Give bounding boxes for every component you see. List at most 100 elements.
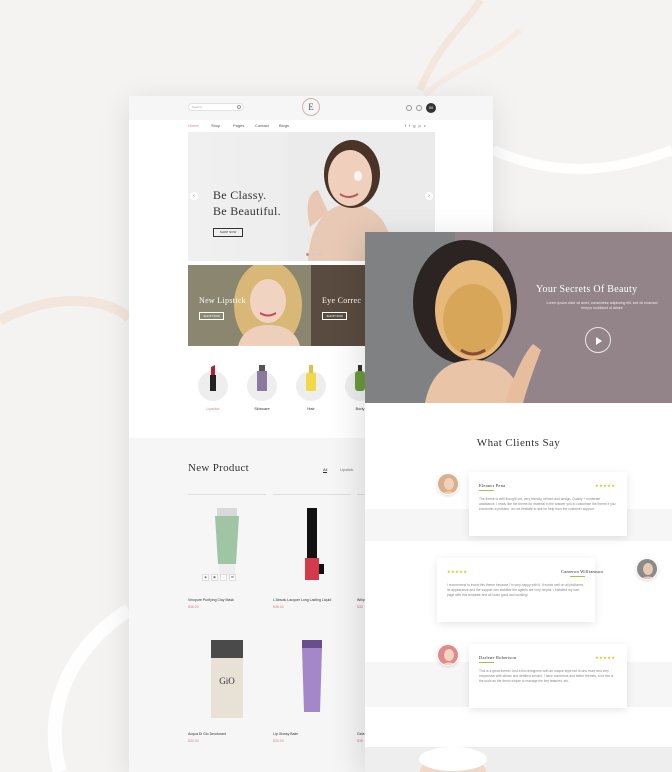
about-page-mockup: Your Secrets Of Beauty Lorem ipsum dolor… bbox=[365, 232, 672, 772]
category-label: Skincare bbox=[254, 406, 270, 411]
testimonial-text: The theme is well thought out, very frie… bbox=[479, 497, 616, 511]
testimonials-title: What Clients Say bbox=[476, 437, 561, 449]
hero-title-line-1: Be Classy. bbox=[213, 188, 267, 202]
testimonial-text: This is a great theme! Just a few design… bbox=[479, 669, 614, 683]
category-hair[interactable]: Hair bbox=[294, 361, 328, 416]
name-underline bbox=[570, 576, 585, 577]
svg-text:GiO: GiO bbox=[219, 676, 235, 686]
twitter-icon[interactable]: t bbox=[409, 123, 410, 128]
product-price: $38.00 bbox=[188, 605, 199, 609]
wishlist-icon[interactable]: ♡ bbox=[220, 574, 227, 581]
skincare-bottle-icon bbox=[257, 365, 267, 391]
slider-next-icon[interactable]: › bbox=[425, 192, 433, 200]
client-name: Cameron Williamson bbox=[561, 569, 603, 574]
compare-icon[interactable]: ⇄ bbox=[229, 574, 236, 581]
lipstick-icon bbox=[210, 365, 216, 391]
product-price: $38 bbox=[357, 739, 363, 743]
quick-view-icon[interactable]: ◉ bbox=[202, 574, 209, 581]
category-lipstick[interactable]: Lipstick bbox=[196, 361, 230, 416]
top-bar: Search... E 00 bbox=[129, 96, 493, 120]
name-underline bbox=[479, 662, 494, 663]
card-divider bbox=[188, 494, 266, 495]
category-skincare[interactable]: Skincare bbox=[245, 361, 279, 416]
product-name[interactable]: L'Absolu Lacquer Long Lasting Liquid bbox=[273, 598, 331, 602]
nav-home[interactable]: Home bbox=[188, 123, 199, 128]
video-title: Your Secrets Of Beauty bbox=[536, 284, 638, 295]
pinterest-icon[interactable]: p bbox=[418, 123, 420, 128]
promo-title: Eye Correc bbox=[322, 296, 362, 305]
promo-shop-now-button[interactable]: SHOP NOW bbox=[322, 312, 347, 320]
logo[interactable]: E bbox=[302, 98, 320, 116]
nav-pages[interactable]: Pages bbox=[233, 123, 244, 128]
product-price: $38 bbox=[357, 605, 363, 609]
vimeo-icon[interactable]: v bbox=[424, 123, 426, 128]
product-image-deodorant: GiO bbox=[211, 640, 243, 718]
product-price: $30.00 bbox=[188, 739, 199, 743]
slider-dot[interactable] bbox=[306, 253, 309, 256]
avatar bbox=[437, 644, 459, 666]
slider-prev-icon[interactable]: ‹ bbox=[190, 192, 198, 200]
next-section-image bbox=[365, 747, 672, 772]
slider-dots bbox=[306, 253, 321, 256]
product-image-lip-balm bbox=[302, 640, 322, 712]
social-links: f t g p v bbox=[405, 123, 426, 128]
heart-icon[interactable] bbox=[416, 105, 422, 111]
avatar bbox=[636, 558, 658, 580]
body-lotion-bottle-icon bbox=[355, 365, 365, 391]
slider-dot[interactable] bbox=[318, 253, 321, 256]
video-subtitle: Lorem ipsum dolor sit amet, consectetur … bbox=[546, 301, 658, 310]
video-model-image bbox=[365, 232, 672, 403]
google-icon[interactable]: g bbox=[413, 123, 415, 128]
card-divider bbox=[273, 494, 351, 495]
facebook-icon[interactable]: f bbox=[405, 123, 406, 128]
slider-dot[interactable] bbox=[312, 253, 315, 256]
client-name: Darlene Robertson bbox=[479, 655, 517, 660]
hero-title: Be Classy. Be Beautiful. bbox=[213, 187, 281, 219]
user-icon[interactable] bbox=[406, 105, 412, 111]
name-underline bbox=[479, 490, 494, 491]
product-price: $38.00 bbox=[273, 605, 284, 609]
search-placeholder: Search... bbox=[192, 105, 205, 109]
hero-shop-now-button[interactable]: SHOP NOW bbox=[213, 228, 243, 237]
add-to-cart-icon[interactable]: ▣ bbox=[211, 574, 218, 581]
hair-oil-bottle-icon bbox=[306, 365, 316, 391]
avatar bbox=[437, 473, 459, 495]
promo-title: New Lipstick bbox=[199, 296, 246, 305]
product-name[interactable]: Gela bbox=[357, 732, 364, 736]
product-card[interactable]: GiO bbox=[188, 634, 266, 729]
tab-all[interactable]: All bbox=[323, 467, 328, 473]
nav-blogs[interactable]: Blogs bbox=[279, 123, 289, 128]
rating-stars: ★★★★★ bbox=[447, 569, 468, 574]
testimonial-text: I recommend to insert this theme because… bbox=[447, 583, 584, 597]
play-button[interactable] bbox=[585, 327, 611, 353]
cart-button[interactable]: 00 bbox=[426, 103, 436, 113]
tab-lipstick[interactable]: Lipstick bbox=[340, 467, 353, 472]
product-image-clay-mask bbox=[215, 508, 239, 576]
hero-title-line-2: Be Beautiful. bbox=[213, 204, 281, 218]
rating-stars: ★★★★★ bbox=[595, 483, 616, 488]
product-name[interactable]: Vinopure Purifying Clay Mask bbox=[188, 598, 234, 602]
search-icon[interactable] bbox=[237, 105, 241, 109]
section-title: New Product bbox=[188, 462, 250, 474]
promo-model-image bbox=[234, 265, 302, 346]
testimonial-card: Cameron Williamson ★★★★★ I recommend to … bbox=[437, 558, 603, 622]
search-input[interactable]: Search... bbox=[188, 103, 244, 111]
product-card[interactable] bbox=[273, 498, 351, 593]
promo-shop-now-button[interactable]: SHOP NOW bbox=[199, 312, 224, 320]
product-price: $30.00 bbox=[273, 739, 284, 743]
testimonial-card: Darlene Robertson ★★★★★ This is a great … bbox=[469, 644, 627, 708]
product-card[interactable] bbox=[273, 634, 351, 729]
nav-contact[interactable]: Contact bbox=[255, 123, 269, 128]
nav-shop[interactable]: Shop bbox=[211, 123, 220, 128]
product-name[interactable]: Lip Glossy Balm bbox=[273, 732, 298, 736]
promo-banner-lipstick[interactable]: New Lipstick SHOP NOW bbox=[188, 265, 311, 346]
product-name[interactable]: Whip bbox=[357, 598, 365, 602]
client-name: Eleanor Pena bbox=[479, 483, 506, 488]
product-image-liquid-lipstick bbox=[305, 508, 324, 580]
header-icons: 00 bbox=[406, 103, 436, 113]
main-nav: Home Shop Pages Contact Blogs f t g p v bbox=[129, 120, 493, 132]
play-icon bbox=[596, 337, 602, 345]
product-name[interactable]: Acqua Di Gio Deodorant bbox=[188, 732, 226, 736]
video-banner: Your Secrets Of Beauty Lorem ipsum dolor… bbox=[365, 232, 672, 403]
testimonial-card: Eleanor Pena ★★★★★ The theme is well tho… bbox=[469, 472, 627, 536]
